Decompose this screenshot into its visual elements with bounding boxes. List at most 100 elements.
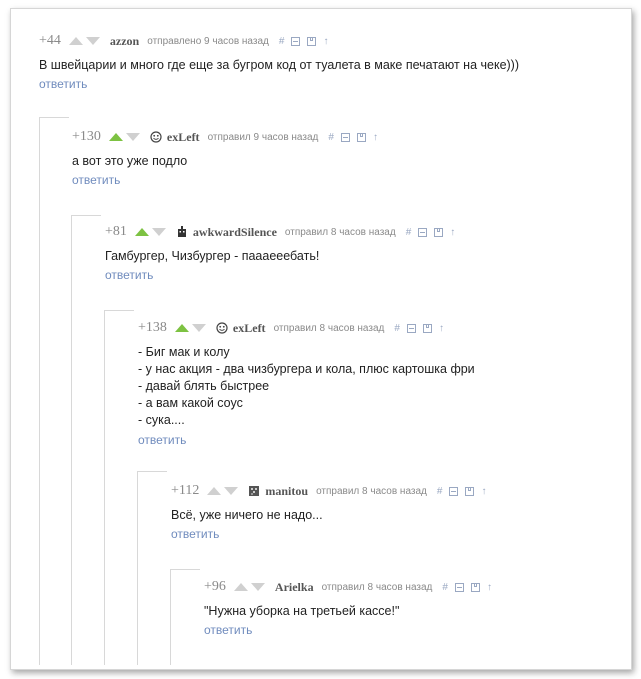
upvote-arrow-icon[interactable]: [134, 228, 149, 236]
pixel-avatar-icon: [249, 486, 260, 496]
downvote-arrow-icon[interactable]: [85, 37, 100, 45]
comments-frame: +44 azzon отправлено 9 часов назад # ↑ В…: [10, 8, 632, 670]
thread-line: [39, 117, 69, 118]
reply-link[interactable]: ответить: [171, 527, 219, 541]
collapse-icon[interactable]: [454, 582, 464, 592]
comment-rating: +138: [138, 320, 167, 335]
comment-author[interactable]: awkwardSilence: [193, 225, 277, 240]
upvote-arrow-icon[interactable]: [68, 37, 83, 45]
thread-line: [170, 569, 200, 570]
collapse-icon[interactable]: [406, 323, 416, 333]
go-to-parent-icon[interactable]: ↑: [323, 36, 328, 47]
reply-link[interactable]: ответить: [105, 268, 153, 282]
go-to-parent-icon[interactable]: ↑: [481, 486, 486, 497]
downvote-arrow-icon[interactable]: [224, 487, 239, 495]
comment: +130 exLeft отправил 9 часов назад # ↑ а…: [72, 129, 378, 189]
thread-line: [104, 310, 105, 665]
hash-link-icon[interactable]: #: [328, 132, 334, 143]
save-icon[interactable]: [307, 36, 317, 46]
comment-time: отправил 8 часов назад: [316, 485, 427, 497]
save-icon[interactable]: [422, 323, 432, 333]
reply-link[interactable]: ответить: [39, 77, 87, 91]
go-to-parent-icon[interactable]: ↑: [373, 132, 378, 143]
comment-body: Всё, уже ничего не надо...: [171, 507, 486, 523]
reply-link[interactable]: ответить: [204, 623, 252, 637]
hash-link-icon[interactable]: #: [406, 227, 412, 238]
comment-line: - у нас акция - два чизбургера и кола, п…: [138, 362, 475, 376]
thread-line: [71, 215, 101, 216]
collapse-icon[interactable]: [449, 486, 459, 496]
collapse-icon[interactable]: [340, 132, 350, 142]
comment-author[interactable]: manitou: [265, 484, 308, 499]
collapse-icon[interactable]: [291, 36, 301, 46]
comment-body: Гамбургер, Чизбургер - паааееебать!: [105, 248, 455, 264]
thread-line: [104, 310, 134, 311]
save-icon[interactable]: [470, 582, 480, 592]
upvote-arrow-icon[interactable]: [233, 583, 248, 591]
comment-meta: +96 Arielka отправил 8 часов назад # ↑: [204, 579, 492, 595]
thread-line: [71, 215, 72, 665]
comment-time: отправил 8 часов назад: [273, 322, 385, 334]
downvote-arrow-icon[interactable]: [151, 228, 166, 236]
robot-avatar-icon: [177, 226, 186, 237]
comment-line: - давай блять быстрее: [138, 379, 270, 393]
go-to-parent-icon[interactable]: ↑: [450, 227, 455, 238]
comment-author[interactable]: Arielka: [275, 580, 314, 595]
comment-rating: +44: [39, 33, 61, 48]
comment-line: - а вам какой соус: [138, 396, 243, 410]
smiley-icon: [216, 322, 228, 334]
comment-line: В швейцарии и много где еще за бугром ко…: [39, 58, 520, 72]
comment-line: а вот это уже подло: [72, 154, 188, 168]
collapse-icon[interactable]: [418, 227, 428, 237]
comment-meta: +138 exLeft отправил 8 часов назад # ↑: [138, 320, 475, 336]
upvote-arrow-icon[interactable]: [207, 487, 222, 495]
go-to-parent-icon[interactable]: ↑: [487, 582, 492, 593]
reply-link[interactable]: ответить: [72, 173, 120, 187]
comment-rating: +96: [204, 579, 226, 594]
hash-link-icon[interactable]: #: [394, 323, 400, 334]
comment-body: - Биг мак и колу - у нас акция - два чиз…: [138, 344, 475, 429]
downvote-arrow-icon[interactable]: [191, 324, 206, 332]
hash-link-icon[interactable]: #: [437, 486, 443, 497]
thread-line: [170, 569, 171, 665]
comment-line: Всё, уже ничего не надо...: [171, 508, 323, 522]
comment-meta: +81 awkwardSilence отправил 8 часов наза…: [105, 224, 455, 240]
comment-author[interactable]: exLeft: [233, 321, 266, 336]
comment: +96 Arielka отправил 8 часов назад # ↑ "…: [204, 579, 492, 639]
hash-link-icon[interactable]: #: [279, 36, 285, 47]
comment-author[interactable]: azzon: [110, 34, 139, 49]
downvote-arrow-icon[interactable]: [250, 583, 265, 591]
upvote-arrow-icon[interactable]: [174, 324, 189, 332]
comment-body: "Нужна уборка на третьей кассе!": [204, 603, 492, 619]
comment: +138 exLeft отправил 8 часов назад # ↑ -…: [138, 320, 475, 449]
hash-link-icon[interactable]: #: [442, 582, 448, 593]
comment-rating: +112: [171, 483, 200, 498]
go-to-parent-icon[interactable]: ↑: [439, 323, 444, 334]
save-icon[interactable]: [465, 486, 475, 496]
thread-line: [137, 471, 138, 665]
comment-tools: # ↑: [406, 227, 456, 238]
upvote-arrow-icon[interactable]: [108, 133, 123, 141]
comment-line: - Биг мак и колу: [138, 345, 230, 359]
save-icon[interactable]: [434, 227, 444, 237]
comment-line: "Нужна уборка на третьей кассе!": [204, 604, 400, 618]
comment-meta: +130 exLeft отправил 9 часов назад # ↑: [72, 129, 378, 145]
comment-time: отправлено 9 часов назад: [147, 35, 269, 47]
comment-tools: # ↑: [437, 486, 487, 497]
downvote-arrow-icon[interactable]: [125, 133, 140, 141]
comment-time: отправил 9 часов назад: [207, 131, 319, 143]
comment-tools: # ↑: [442, 582, 492, 593]
thread-line: [39, 117, 40, 665]
smiley-icon: [150, 131, 162, 143]
comment-rating: +130: [72, 129, 101, 144]
save-icon[interactable]: [356, 132, 366, 142]
comment: +81 awkwardSilence отправил 8 часов наза…: [105, 224, 455, 284]
comment-body: В швейцарии и много где еще за бугром ко…: [39, 57, 519, 73]
comment-tools: # ↑: [394, 323, 444, 334]
comment-rating: +81: [105, 224, 127, 239]
reply-link[interactable]: ответить: [138, 433, 186, 447]
comment-author[interactable]: exLeft: [167, 130, 200, 145]
thread-line: [137, 471, 167, 472]
comment-body: а вот это уже подло: [72, 153, 378, 169]
comment-tools: # ↑: [279, 36, 329, 47]
